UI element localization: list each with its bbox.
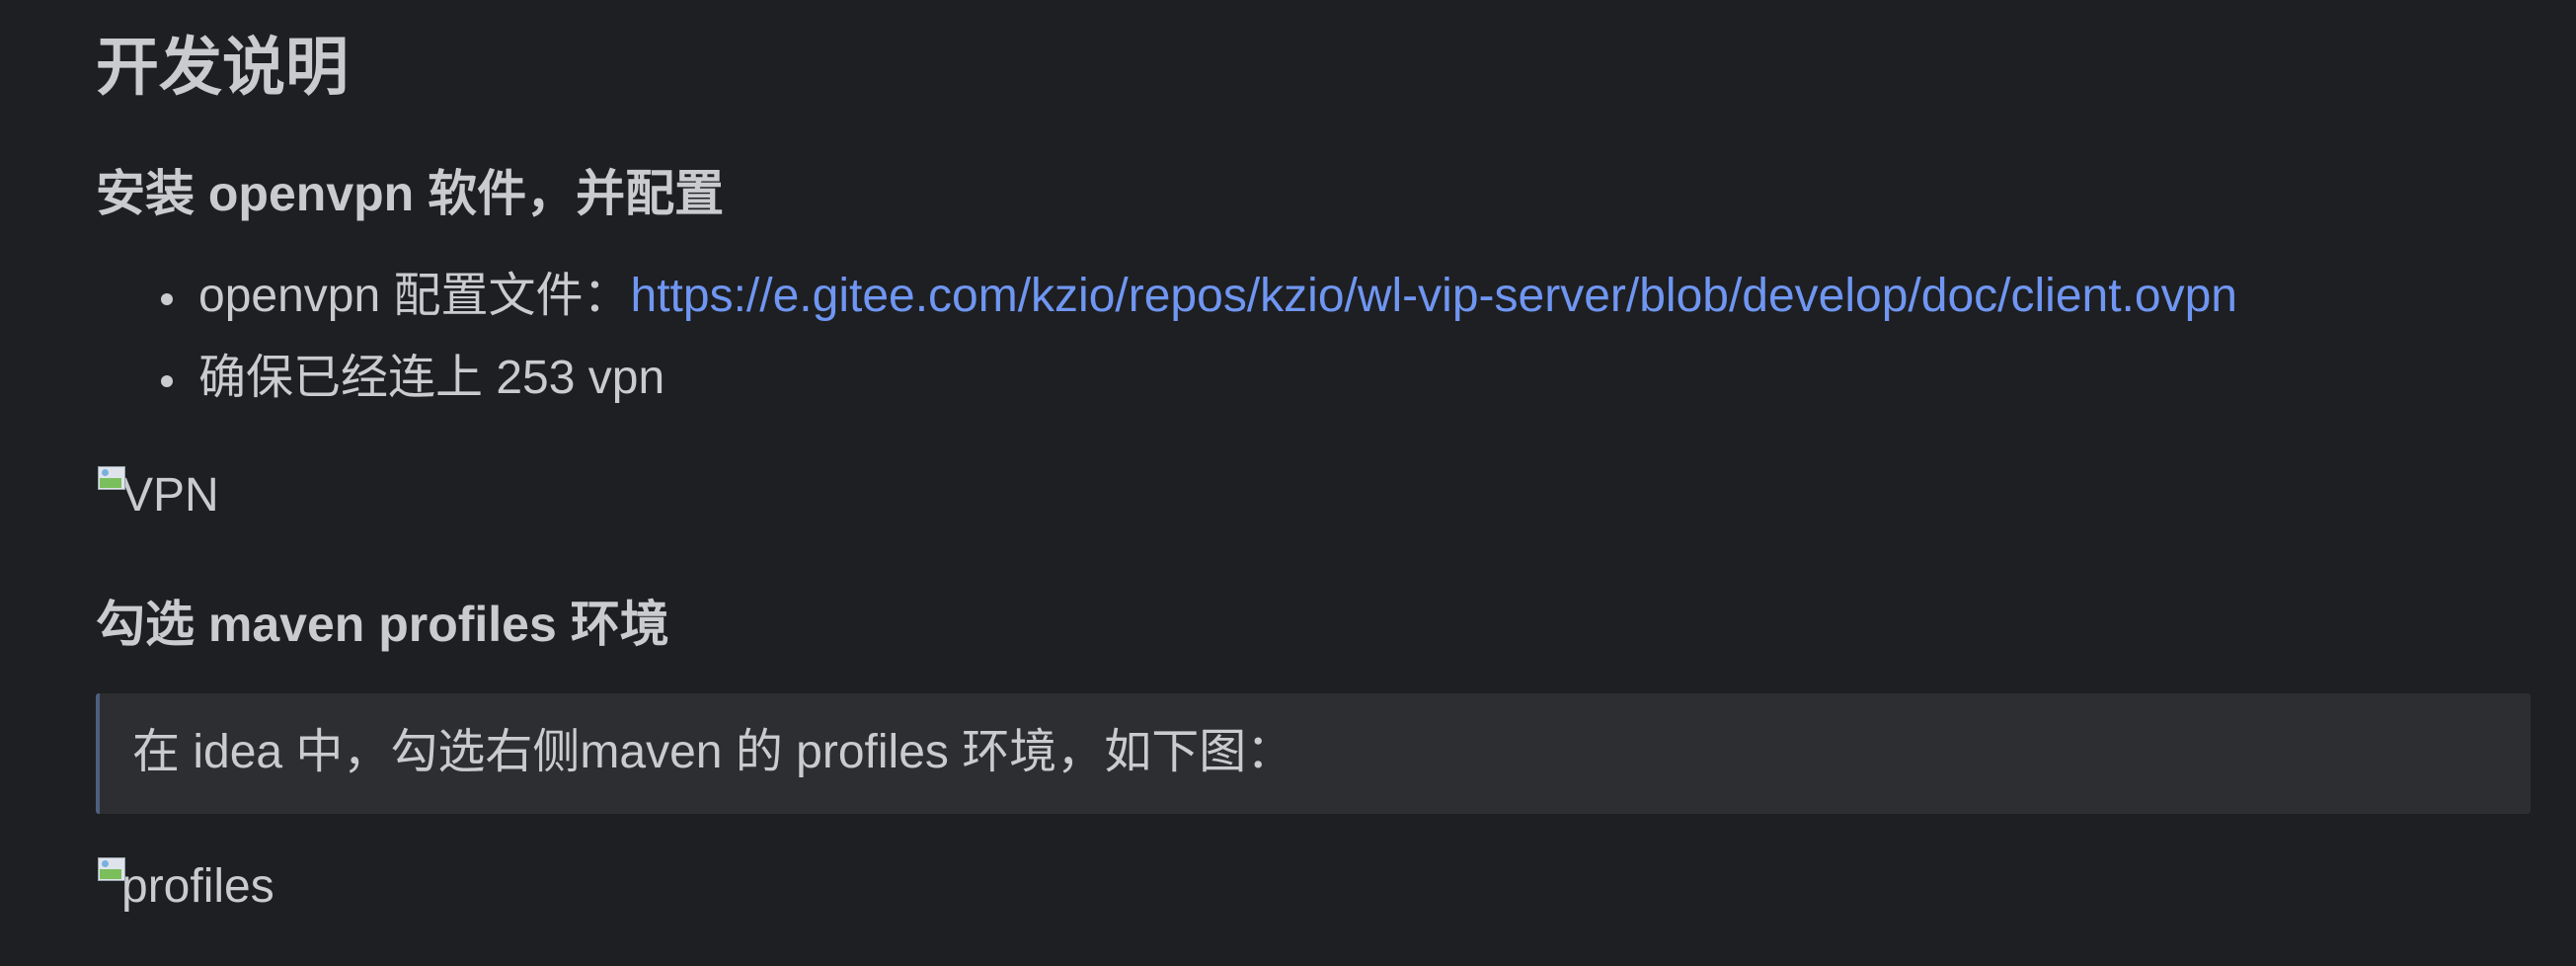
profiles-image-alt: profiles <box>121 860 274 913</box>
profiles-image: profiles <box>96 857 274 915</box>
bullet-icon <box>161 375 173 387</box>
blockquote-text: 在 idea 中，勾选右侧maven 的 profiles 环境，如下图： <box>132 726 1294 778</box>
bullet-list: openvpn 配置文件：https://e.gitee.com/kzio/re… <box>96 269 2237 433</box>
ovpn-config-link[interactable]: https://e.gitee.com/kzio/repos/kzio/wl-v… <box>631 270 2237 322</box>
list-item: 确保已经连上 253 vpn <box>96 351 2237 406</box>
broken-image-icon <box>96 464 125 492</box>
vpn-image-alt: VPN <box>121 469 219 522</box>
list-item-label: 确保已经连上 253 vpn <box>198 352 665 404</box>
section-heading-maven: 勾选 maven profiles 环境 <box>96 597 669 652</box>
list-item-label: openvpn 配置文件： <box>198 270 631 322</box>
broken-image-icon <box>96 855 125 883</box>
vpn-image: VPN <box>96 466 219 523</box>
page-title: 开发说明 <box>96 32 349 103</box>
list-item: openvpn 配置文件：https://e.gitee.com/kzio/re… <box>96 269 2237 324</box>
section-heading-vpn: 安装 openvpn 软件，并配置 <box>96 166 725 221</box>
blockquote: 在 idea 中，勾选右侧maven 的 profiles 环境，如下图： <box>96 693 2531 814</box>
bullet-icon <box>161 293 173 305</box>
